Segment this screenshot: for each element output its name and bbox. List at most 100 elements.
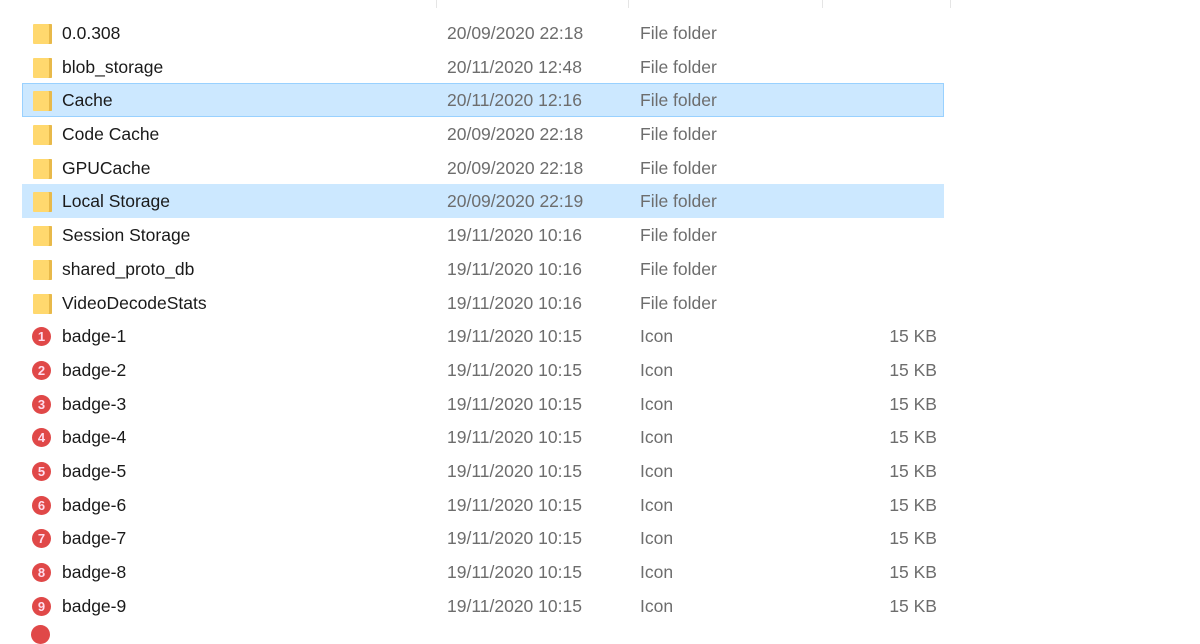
folder-icon: [33, 125, 52, 146]
file-size: 15 KB: [889, 494, 937, 515]
date-modified: 19/11/2020 10:16: [447, 225, 582, 246]
file-type: Icon: [640, 528, 674, 549]
file-row[interactable]: GPUCache 20/09/2020 22:18 File folder: [22, 151, 944, 185]
file-type: File folder: [640, 225, 717, 246]
date-modified: 19/11/2020 10:15: [447, 528, 582, 549]
file-row[interactable]: VideoDecodeStats 19/11/2020 10:16 File fol…: [22, 286, 944, 320]
file-name: Cache: [62, 90, 113, 111]
badge-icon: 8: [32, 563, 51, 582]
folder-icon: [33, 24, 52, 44]
date-modified: 19/11/2020 10:15: [447, 595, 582, 616]
file-row[interactable]: Session Storage 19/11/2020 10:16 File fold…: [22, 218, 944, 252]
folder-icon: [33, 158, 52, 179]
file-type: File folder: [640, 191, 717, 212]
file-row[interactable]: Code Cache 20/09/2020 22:18 File folder: [22, 117, 944, 151]
file-type: File folder: [640, 90, 717, 111]
file-row[interactable]: 5 badge-5 19/11/2020 10:15 Icon 15 KB: [22, 454, 944, 488]
date-modified: 20/11/2020 12:48: [447, 56, 582, 77]
file-row[interactable]: 7 badge-7 19/11/2020 10:15 Icon 15 KB: [22, 521, 944, 555]
file-row[interactable]: 3 badge-3 19/11/2020 10:15 Icon 15 KB: [22, 387, 944, 421]
file-type: Icon: [640, 494, 674, 515]
file-row[interactable]: blob_storage 20/11/2020 12:48 File folder: [22, 50, 944, 84]
file-type: Icon: [640, 359, 674, 380]
date-modified: 19/11/2020 10:15: [447, 562, 582, 582]
file-row[interactable]: 8 badge-8 19/11/2020 10:15 Icon 15 KB: [22, 555, 944, 589]
column-divider[interactable]: [822, 0, 823, 8]
folder-icon: [33, 226, 52, 247]
file-type: File folder: [640, 258, 717, 279]
date-modified: 19/11/2020 10:15: [447, 494, 582, 515]
date-modified: 19/11/2020 10:15: [447, 326, 582, 347]
file-name: 0.0.308: [62, 23, 121, 43]
date-modified: 19/11/2020 10:16: [447, 258, 582, 279]
column-divider[interactable]: [628, 0, 629, 8]
file-name: badge-9: [62, 595, 127, 616]
file-name: badge-8: [62, 562, 127, 582]
file-name: blob_storage: [62, 56, 164, 77]
file-row[interactable]: 1 badge-1 19/11/2020 10:15 Icon 15 KB: [22, 319, 944, 353]
file-type: Icon: [640, 595, 674, 616]
badge-icon: 2: [32, 360, 51, 380]
column-divider[interactable]: [950, 0, 951, 8]
badge-icon: 4: [32, 428, 51, 448]
folder-icon: [33, 293, 52, 314]
folder-icon: [33, 91, 52, 112]
file-size: 15 KB: [889, 393, 937, 414]
file-row[interactable]: shared_proto_db 19/11/2020 10:16 File fold…: [22, 252, 944, 286]
file-type: Icon: [640, 393, 674, 414]
file-row[interactable]: 4 badge-4 19/11/2020 10:15 Icon 15 KB: [22, 420, 944, 454]
file-name: badge-6: [62, 494, 127, 515]
folder-icon: [33, 192, 52, 213]
file-name: badge-2: [62, 359, 127, 380]
date-modified: 20/09/2020 22:18: [447, 23, 584, 43]
file-row[interactable]: Local Storage 20/09/2020 22:19 File folder: [22, 184, 944, 219]
file-name: Code Cache: [62, 124, 160, 145]
file-name: badge-1: [62, 326, 127, 347]
file-name: VideoDecodeStats: [62, 292, 207, 313]
file-row[interactable]: 6 badge-6 19/11/2020 10:15 Icon 15 KB: [22, 488, 944, 522]
file-row[interactable]: 9 badge-9 19/11/2020 10:15 Icon 15 KB: [22, 589, 944, 623]
file-name: GPUCache: [62, 157, 151, 178]
file-name: badge-5: [62, 460, 127, 481]
file-size: 15 KB: [889, 427, 937, 448]
badge-icon: 6: [32, 495, 51, 515]
column-divider[interactable]: [436, 0, 437, 8]
file-type: Icon: [640, 460, 674, 481]
date-modified: 19/11/2020 10:15: [447, 359, 582, 380]
file-type: File folder: [640, 124, 717, 145]
file-row[interactable]: 2 badge-2 19/11/2020 10:15 Icon 15 KB: [22, 353, 944, 387]
file-type: File folder: [640, 157, 717, 178]
date-modified: 19/11/2020 10:16: [447, 292, 582, 313]
date-modified: 20/11/2020 12:16: [447, 90, 582, 111]
file-name: badge-4: [62, 427, 127, 448]
date-modified: 20/09/2020 22:19: [447, 191, 584, 212]
file-row[interactable]: 0.0.308 20/09/2020 22:18 File folder: [22, 16, 944, 50]
file-name: shared_proto_db: [62, 258, 195, 279]
badge-icon: [31, 625, 50, 644]
file-size: 15 KB: [889, 326, 937, 347]
folder-icon: [33, 57, 52, 78]
file-row[interactable]: Cache 20/11/2020 12:16 File folder: [22, 83, 944, 118]
file-type: Icon: [640, 562, 674, 582]
file-size: 15 KB: [889, 528, 937, 549]
file-type: File folder: [640, 56, 717, 77]
file-list: 0.0.308 20/09/2020 22:18 File folder blob_s…: [22, 16, 944, 622]
badge-icon: 1: [32, 327, 51, 347]
date-modified: 20/09/2020 22:18: [447, 157, 584, 178]
file-name: Session Storage: [62, 225, 191, 246]
file-size: 15 KB: [889, 359, 937, 380]
file-size: 15 KB: [889, 460, 937, 481]
badge-icon: 7: [32, 529, 51, 549]
date-modified: 20/09/2020 22:18: [447, 124, 584, 145]
file-size: 15 KB: [889, 562, 937, 582]
file-name: badge-3: [62, 393, 127, 414]
badge-icon: 9: [32, 596, 51, 616]
file-type: File folder: [640, 23, 717, 43]
folder-icon: [33, 259, 52, 280]
date-modified: 19/11/2020 10:15: [447, 427, 582, 448]
badge-icon: 3: [32, 394, 51, 414]
file-type: Icon: [640, 427, 674, 448]
date-modified: 19/11/2020 10:15: [447, 393, 582, 414]
file-name: badge-7: [62, 528, 127, 549]
badge-icon: 5: [32, 461, 51, 481]
